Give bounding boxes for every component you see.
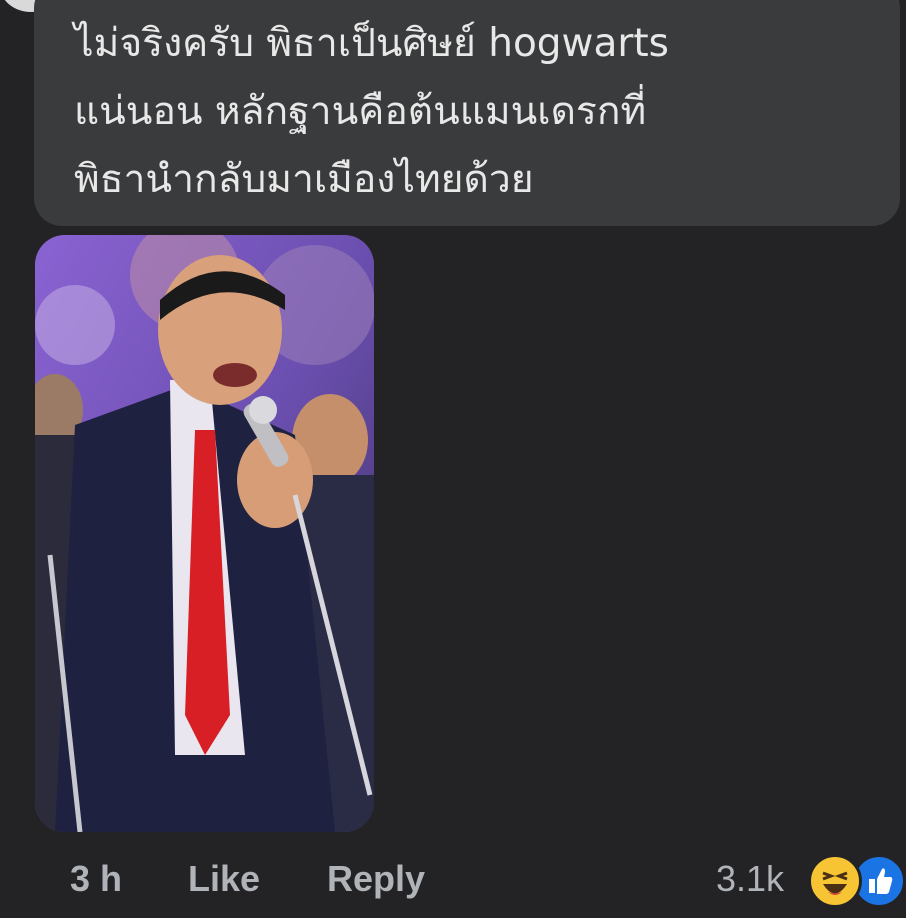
comment-line: แน่นอน หลักฐานคือต้นแมนเดรกที่	[74, 89, 647, 134]
reaction-count[interactable]: 3.1k	[716, 858, 784, 900]
comment-thread: ไม่จริงครับ พิธาเป็นศิษย์ hogwarts แน่นอ…	[0, 0, 906, 918]
comment-line: พิธานำกลับมาเมืองไทยด้วย	[74, 157, 534, 202]
photo-illustration	[35, 235, 374, 832]
timestamp[interactable]: 3 h	[70, 858, 122, 900]
comment-line: ไม่จริงครับ พิธาเป็นศิษย์ hogwarts	[74, 21, 669, 66]
comment-actions: 3 h Like Reply 3.1k	[0, 852, 906, 908]
reply-button[interactable]: Reply	[327, 858, 425, 900]
comment-bubble[interactable]: ไม่จริงครับ พิธาเป็นศิษย์ hogwarts แน่นอ…	[34, 0, 900, 226]
haha-icon	[808, 854, 862, 908]
like-button[interactable]: Like	[188, 858, 260, 900]
comment-text: ไม่จริงครับ พิธาเป็นศิษย์ hogwarts แน่นอ…	[74, 10, 874, 214]
comment-photo[interactable]	[35, 235, 374, 832]
